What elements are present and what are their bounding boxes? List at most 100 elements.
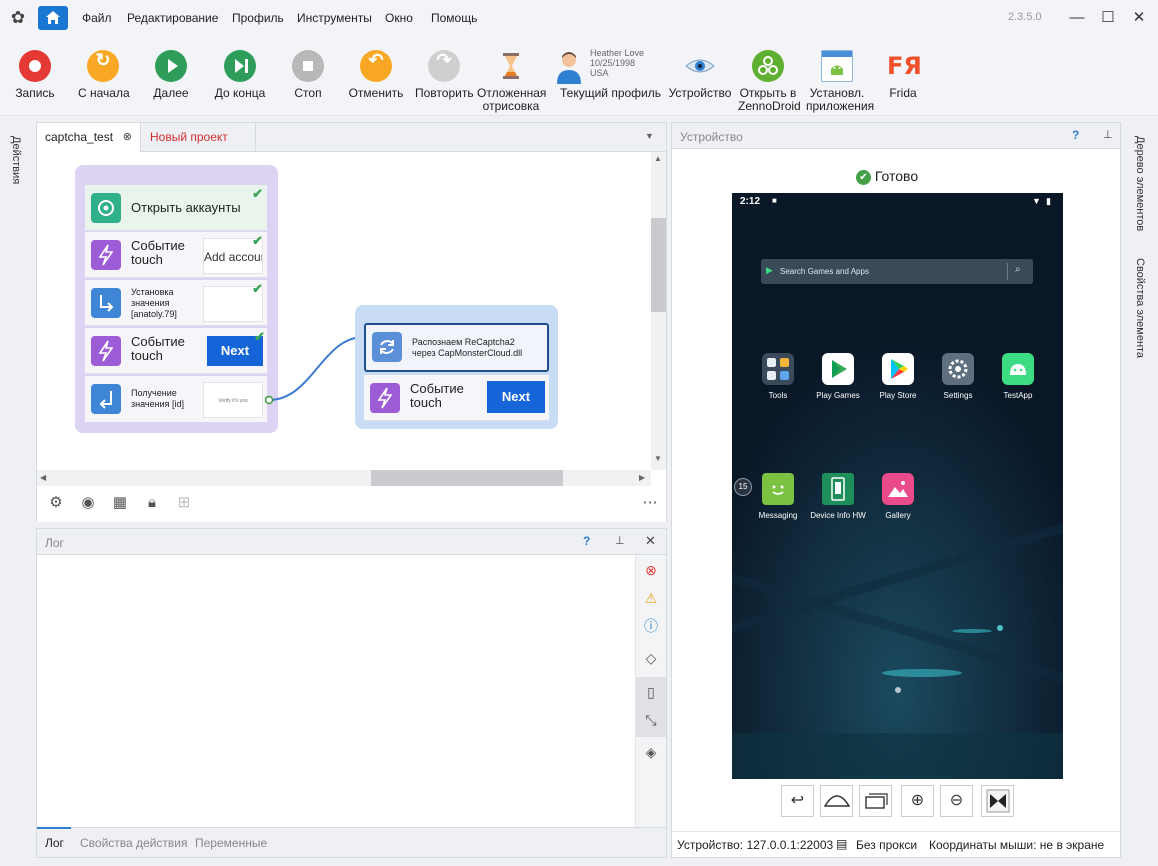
home-nav-button[interactable] [820,785,853,817]
action-preview-next: Next [487,381,545,413]
butterfly-icon [986,789,1009,813]
device-button[interactable]: Устройство [668,50,732,100]
pin-icon[interactable]: ⊥ [1103,128,1113,141]
settings-icon[interactable]: ⚙ [47,494,65,512]
lock-icon[interactable]: 🔒︎ [143,494,161,512]
app-play-games[interactable]: Play Games [808,353,868,400]
horizontal-scrollbar[interactable]: ◀ ▶ [37,470,651,486]
minimize-button[interactable]: — [1066,8,1088,28]
frida-button[interactable]: FЯ Frida [883,50,923,100]
device-address: Устройство: 127.0.0.1:22003 [677,838,834,852]
open-zd-label-2: ZennoDroid [738,99,801,113]
actions-sidebar-tab[interactable]: Действия [10,136,22,184]
menu-profile[interactable]: Профиль [232,11,284,25]
close-window-button[interactable]: ✕ [1128,8,1150,28]
run-to-end-button[interactable]: До конца [214,50,266,100]
close-tab-icon[interactable]: ⊗ [123,123,132,152]
app-gallery[interactable]: Gallery [868,473,928,520]
user-circle-icon[interactable]: ◉ [79,494,97,512]
pin-icon[interactable]: ⊥ [615,534,625,547]
vertical-scroll-thumb[interactable] [651,218,666,312]
warning-filter-icon[interactable]: ⚠ [642,589,660,607]
stop-button[interactable]: Стоп [288,50,328,100]
element-tree-tab[interactable]: Дерево элементов [1134,136,1146,231]
tab-variables[interactable]: Переменные [195,836,267,850]
scroll-down-icon[interactable]: ▼ [654,454,662,463]
redo-button[interactable]: ↷ Повторить [415,50,474,100]
back-button[interactable]: ↩ [781,785,814,817]
action-label-2: touch [410,395,442,410]
tab-captcha-test[interactable]: captcha_test ⊗ [37,123,141,152]
proxy-status: Без прокси [856,838,918,852]
zoom-in-button[interactable]: ⊕ [901,785,934,817]
installed-label-2: приложения [806,99,875,113]
play-search-bar[interactable]: ▶ Search Games and Apps ⌕ [761,259,1033,284]
help-icon[interactable]: ? [1072,128,1079,142]
phone-screen[interactable]: 2:12 ■ ▼ ▮ ▶ Search Games and Apps ⌕ Too… [732,193,1063,779]
tabs-dropdown-icon[interactable]: ▼ [645,131,654,141]
menu-help[interactable]: Помощь [431,11,477,25]
scroll-up-icon[interactable]: ▲ [654,154,662,163]
screenshot-mode-button[interactable] [981,785,1014,817]
action-touch-event-3[interactable]: Событие touch Next [364,375,549,421]
eraser-icon[interactable]: ◈ [642,743,660,761]
eye-icon [684,50,716,82]
menu-edit[interactable]: Редактирование [127,11,218,25]
tag-clear-icon[interactable]: ◇ [642,649,660,667]
undo-button[interactable]: ↶ Отменить [348,50,404,100]
scroll-left-icon[interactable]: ◀ [40,473,46,482]
home-button[interactable] [38,6,68,30]
horizontal-scroll-thumb[interactable] [371,470,563,486]
log-tabs: Лог Свойства действия Переменные [37,827,666,857]
tab-new-project[interactable]: Новый проект [142,123,256,152]
ready-check-icon: ✔ [856,170,871,185]
app-messaging[interactable]: Messaging [748,473,808,520]
installed-apps-button[interactable]: Установл. приложения [806,50,875,113]
tab-action-properties[interactable]: Свойства действия [80,836,187,850]
zoom-out-button[interactable]: ⊖ [940,785,973,817]
close-icon[interactable]: ✕ [645,533,656,549]
error-filter-icon[interactable]: ⊗ [642,561,660,579]
app-play-store[interactable]: Play Store [868,353,928,400]
record-button[interactable]: Запись [14,50,56,100]
expand-icon[interactable]: ⤡ [642,711,660,729]
vertical-scrollbar[interactable]: ▲ ▼ [651,152,666,470]
device-label: Устройство [668,86,732,100]
app-device-info[interactable]: Device Info HW [808,473,868,520]
profile-name: Heather Love [590,48,645,58]
app-testapp[interactable]: TestApp [988,353,1048,400]
left-sidebar: Действия [0,118,34,858]
menu-file[interactable]: Файл [82,11,112,25]
search-icon[interactable]: ⌕ [1015,264,1021,275]
add-frame-icon[interactable]: ⊞ [175,494,193,512]
action-group-2[interactable]: Распознаем ReCaptcha2 через CapMonsterClo… [355,305,558,429]
app-tools[interactable]: Tools [748,353,808,400]
hourglass-icon [495,50,527,82]
scroll-lock-icon[interactable]: ▯ [642,683,660,701]
help-icon[interactable]: ? [583,534,590,548]
tab-log[interactable]: Лог [45,836,64,850]
info-filter-icon[interactable]: ⓘ [642,617,660,635]
maximize-button[interactable]: ☐ [1097,8,1119,28]
open-zennodroid-button[interactable]: Открыть в ZennoDroid [738,50,801,113]
proxy-icon: ▤ [836,837,848,851]
scroll-right-icon[interactable]: ▶ [639,473,645,482]
app-label: Settings [943,391,973,400]
menu-window[interactable]: Окно [385,11,413,25]
right-sidebar: Дерево элементов Свойства элемента [1124,118,1158,858]
grid-icon[interactable]: ▦ [111,494,129,512]
recent-apps-button[interactable] [859,785,892,817]
element-properties-tab[interactable]: Свойства элемента [1134,258,1146,358]
device-info-icon [822,473,854,505]
device-status-text: Готово [874,168,919,184]
more-icon[interactable]: ⋯ [641,494,659,512]
app-settings[interactable]: Settings [928,353,988,400]
project-canvas[interactable]: Открыть аккаунты ✔ Событие touch Add acco… [37,152,652,470]
play-games-icon [822,353,854,385]
restart-button[interactable]: ↻ С начала [78,50,130,100]
record-icon [19,50,51,82]
next-step-button[interactable]: Далее [150,50,192,100]
menu-tools[interactable]: Инструменты [297,11,372,25]
deferred-render-button[interactable]: Отложенная отрисовка [477,50,546,113]
action-recaptcha[interactable]: Распознаем ReCaptcha2 через CapMonsterClo… [364,323,549,372]
